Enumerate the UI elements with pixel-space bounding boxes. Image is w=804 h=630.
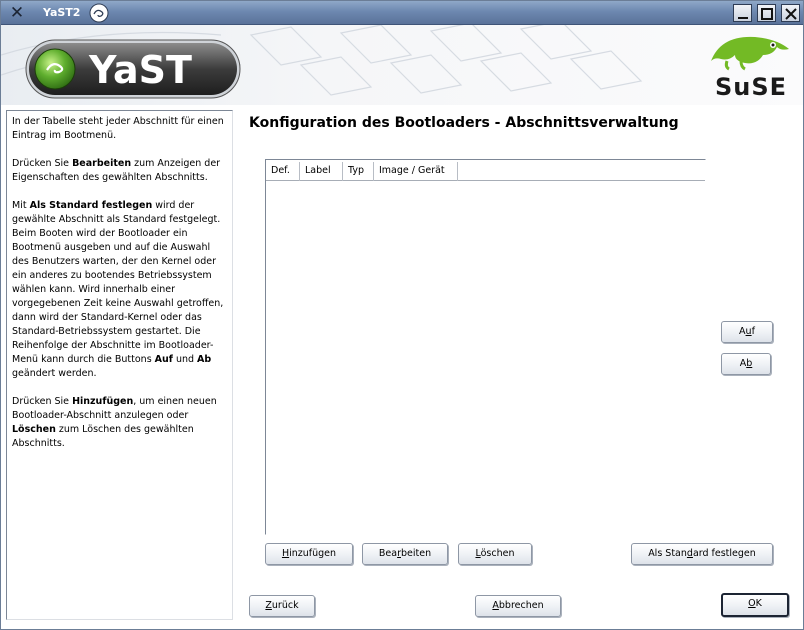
help-paragraph: Drücken Sie Hinzufügen, um einen neuen B… bbox=[12, 396, 217, 449]
column-header-filler bbox=[458, 162, 705, 181]
help-paragraph: Mit Als Standard festlegen wird der gewä… bbox=[12, 200, 224, 379]
edit-button[interactable]: Bearbeiten bbox=[362, 543, 448, 565]
header-banner: YaST SuSE bbox=[1, 25, 803, 105]
column-header-type[interactable]: Typ bbox=[343, 162, 374, 181]
move-down-button[interactable]: Ab bbox=[721, 353, 771, 375]
help-text-panel[interactable]: In der Tabelle steht jeder Abschnitt für… bbox=[6, 110, 233, 620]
abort-button[interactable]: Abbrechen bbox=[475, 595, 561, 617]
back-button[interactable]: Zurück bbox=[249, 595, 315, 617]
suse-chameleon-icon bbox=[87, 2, 111, 24]
title-bar[interactable]: ✕ YaST2 bbox=[1, 1, 803, 25]
yast-window: ✕ YaST2 YaST SuSE In der Tabelle steht j… bbox=[0, 0, 804, 630]
page-title: Konfiguration des Bootloaders - Abschnit… bbox=[249, 115, 679, 131]
maximize-button[interactable] bbox=[757, 4, 776, 22]
ok-button[interactable]: OK bbox=[721, 593, 789, 617]
help-paragraph: In der Tabelle steht jeder Abschnitt für… bbox=[12, 116, 224, 141]
sections-table[interactable]: Def. Label Typ Image / Gerät bbox=[265, 159, 706, 535]
table-header: Def. Label Typ Image / Gerät bbox=[266, 162, 705, 181]
add-button[interactable]: Hinzufügen bbox=[265, 543, 353, 565]
close-icon bbox=[785, 8, 797, 20]
column-header-label[interactable]: Label bbox=[300, 162, 343, 181]
help-paragraph: Drücken Sie Bearbeiten zum Anzeigen der … bbox=[12, 158, 221, 183]
move-up-button[interactable]: Auf bbox=[721, 321, 773, 343]
column-header-def[interactable]: Def. bbox=[266, 162, 300, 181]
delete-button[interactable]: Löschen bbox=[458, 543, 532, 565]
column-header-image-device[interactable]: Image / Gerät bbox=[374, 162, 458, 181]
close-button[interactable] bbox=[781, 4, 800, 22]
set-default-button[interactable]: Als Standard festlegen bbox=[631, 543, 773, 565]
window-title: YaST2 bbox=[43, 6, 81, 19]
minimize-button[interactable] bbox=[733, 4, 752, 22]
maximize-icon bbox=[761, 8, 773, 20]
x-window-icon[interactable]: ✕ bbox=[7, 3, 27, 23]
suse-logo-text: SuSE bbox=[715, 73, 788, 101]
svg-text:YaST: YaST bbox=[88, 48, 192, 92]
yast-logo: YaST bbox=[25, 39, 241, 99]
minimize-icon bbox=[738, 17, 748, 19]
